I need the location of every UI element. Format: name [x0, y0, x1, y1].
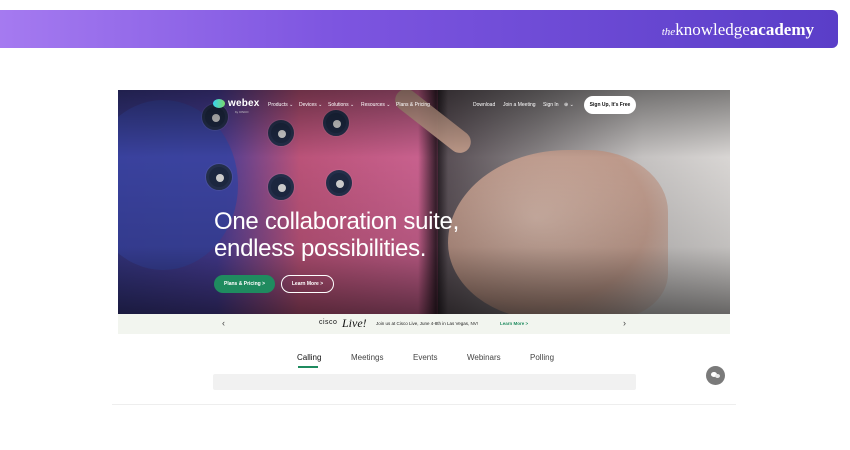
nav-solutions[interactable]: Solutions ⌄: [328, 102, 354, 108]
nav-plans-pricing[interactable]: Plans & Pricing: [396, 102, 430, 108]
webex-hero-screenshot: webex by CISCO Products ⌄ Devices ⌄ Solu…: [118, 90, 730, 314]
cisco-logo: cisco: [319, 319, 338, 326]
nav-download[interactable]: Download: [473, 102, 495, 108]
nav-language[interactable]: ⊕ ⌄: [564, 102, 574, 108]
carousel-prev-icon[interactable]: ‹: [222, 318, 225, 328]
hero-title-line-2: endless possibilities.: [214, 235, 427, 262]
announcement-bar: ‹ cisco Live! Join us at Cisco Live, Jun…: [118, 314, 730, 334]
announcement-text: Join us at Cisco Live, June 4-8th in Las…: [376, 321, 479, 326]
chat-bubble-icon[interactable]: [706, 366, 725, 385]
top-banner: theknowledgeacademy: [0, 10, 838, 48]
brand-academy: academy: [749, 20, 814, 39]
active-tab-underline: [298, 366, 318, 368]
cisco-live-logo: Live!: [342, 316, 367, 330]
webex-logo-text: webex: [228, 98, 260, 109]
webex-navbar: webex by CISCO Products ⌄ Devices ⌄ Solu…: [118, 90, 730, 120]
webex-logo-icon: [213, 99, 225, 108]
knowledge-academy-logo[interactable]: theknowledgeacademy: [662, 20, 814, 40]
carousel-next-icon[interactable]: ›: [623, 318, 626, 328]
brand-knowledge: knowledge: [675, 20, 750, 39]
divider: [112, 404, 736, 405]
plans-pricing-button[interactable]: Plans & Pricing >: [214, 275, 275, 293]
nav-sign-in[interactable]: Sign In: [543, 102, 559, 108]
nav-products[interactable]: Products ⌄: [268, 102, 293, 108]
webex-logo[interactable]: webex: [213, 98, 260, 109]
nav-devices[interactable]: Devices ⌄: [299, 102, 322, 108]
tab-events[interactable]: Events: [413, 353, 437, 362]
announcement-learn-more-link[interactable]: Learn More >: [500, 321, 528, 326]
brand-the: the: [661, 26, 676, 38]
tab-content-panel: [213, 374, 636, 390]
tab-polling[interactable]: Polling: [530, 353, 554, 362]
tab-meetings[interactable]: Meetings: [351, 353, 383, 362]
hero-title: One collaboration suite, endless possibi…: [214, 208, 544, 262]
hero-title-line-1: One collaboration suite,: [214, 208, 459, 235]
tab-calling[interactable]: Calling: [297, 353, 321, 362]
nav-join-meeting[interactable]: Join a Meeting: [503, 102, 536, 108]
webex-logo-sub: by CISCO: [235, 110, 249, 114]
learn-more-button[interactable]: Learn More >: [281, 275, 334, 293]
hero-overlay: [118, 90, 730, 314]
nav-resources[interactable]: Resources ⌄: [361, 102, 390, 108]
tab-webinars[interactable]: Webinars: [467, 353, 501, 362]
sign-up-button[interactable]: Sign Up, It's Free: [584, 96, 636, 114]
